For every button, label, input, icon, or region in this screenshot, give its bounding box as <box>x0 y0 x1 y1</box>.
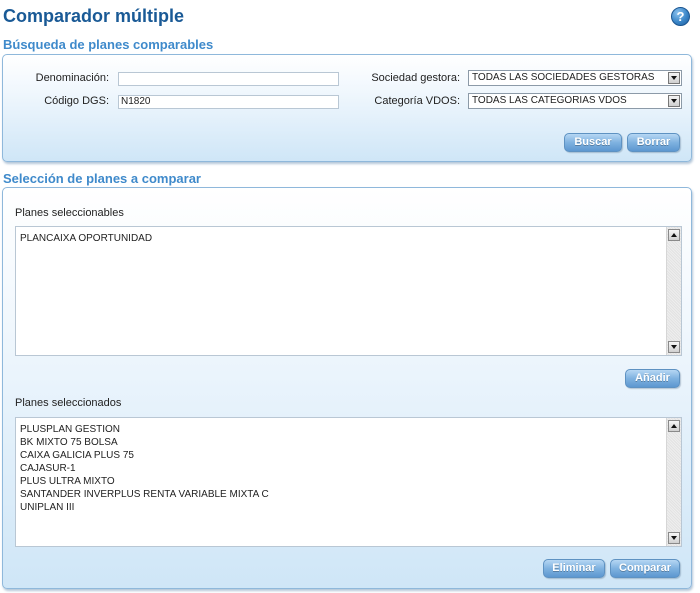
sociedad-gestora-label: Sociedad gestora: <box>371 72 460 84</box>
help-icon[interactable]: ? <box>671 7 690 26</box>
denominacion-label: Denominación: <box>35 72 109 84</box>
planes-seleccionados-label: Planes seleccionados <box>15 397 122 409</box>
list-item[interactable]: PLANCAIXA OPORTUNIDAD <box>20 232 681 245</box>
scroll-down-icon[interactable] <box>668 532 680 544</box>
selection-panel: Planes seleccionables PLANCAIXA OPORTUNI… <box>2 187 692 589</box>
list-item[interactable]: CAIXA GALICIA PLUS 75 <box>20 449 681 462</box>
comparar-button[interactable]: Comparar <box>610 559 680 578</box>
codigo-dgs-input[interactable]: N1820 <box>118 95 339 109</box>
anadir-button[interactable]: Añadir <box>625 369 680 388</box>
eliminar-button[interactable]: Eliminar <box>543 559 605 578</box>
planes-seleccionados-list[interactable]: PLUSPLAN GESTION BK MIXTO 75 BOLSA CAIXA G… <box>15 417 682 547</box>
categoria-vdos-value: TODAS LAS CATEGORIAS VDOS <box>472 95 627 106</box>
categoria-vdos-select[interactable]: TODAS LAS CATEGORIAS VDOS <box>468 93 682 109</box>
list-item[interactable]: UNIPLAN III <box>20 501 681 514</box>
planes-seleccionables-label: Planes seleccionables <box>15 207 124 219</box>
list-item[interactable]: CAJASUR-1 <box>20 462 681 475</box>
buscar-button[interactable]: Buscar <box>564 133 622 152</box>
scrollbar[interactable] <box>666 227 681 355</box>
sociedad-gestora-select[interactable]: TODAS LAS SOCIEDADES GESTORAS <box>468 70 682 86</box>
chevron-down-icon[interactable] <box>668 72 680 84</box>
search-section-title: Búsqueda de planes comparables <box>3 37 214 52</box>
list-item[interactable]: PLUS ULTRA MIXTO <box>20 475 681 488</box>
selection-section-title: Selección de planes a comparar <box>3 171 201 186</box>
scroll-up-icon[interactable] <box>668 420 680 432</box>
list-item[interactable]: BK MIXTO 75 BOLSA <box>20 436 681 449</box>
scroll-up-icon[interactable] <box>668 229 680 241</box>
chevron-down-icon[interactable] <box>668 95 680 107</box>
list-item[interactable]: SANTANDER INVERPLUS RENTA VARIABLE MIXTA… <box>20 488 681 501</box>
page-title: Comparador múltiple <box>3 6 185 26</box>
search-panel: Denominación: Código DGS: N1820 Sociedad… <box>2 54 692 162</box>
scroll-down-icon[interactable] <box>668 341 680 353</box>
codigo-dgs-label: Código DGS: <box>44 95 109 107</box>
list-item[interactable]: PLUSPLAN GESTION <box>20 423 681 436</box>
scrollbar[interactable] <box>666 418 681 546</box>
sociedad-gestora-value: TODAS LAS SOCIEDADES GESTORAS <box>472 72 655 83</box>
planes-seleccionables-list[interactable]: PLANCAIXA OPORTUNIDAD <box>15 226 682 356</box>
denominacion-input[interactable] <box>118 72 339 86</box>
borrar-button[interactable]: Borrar <box>627 133 680 152</box>
categoria-vdos-label: Categoría VDOS: <box>374 95 460 107</box>
